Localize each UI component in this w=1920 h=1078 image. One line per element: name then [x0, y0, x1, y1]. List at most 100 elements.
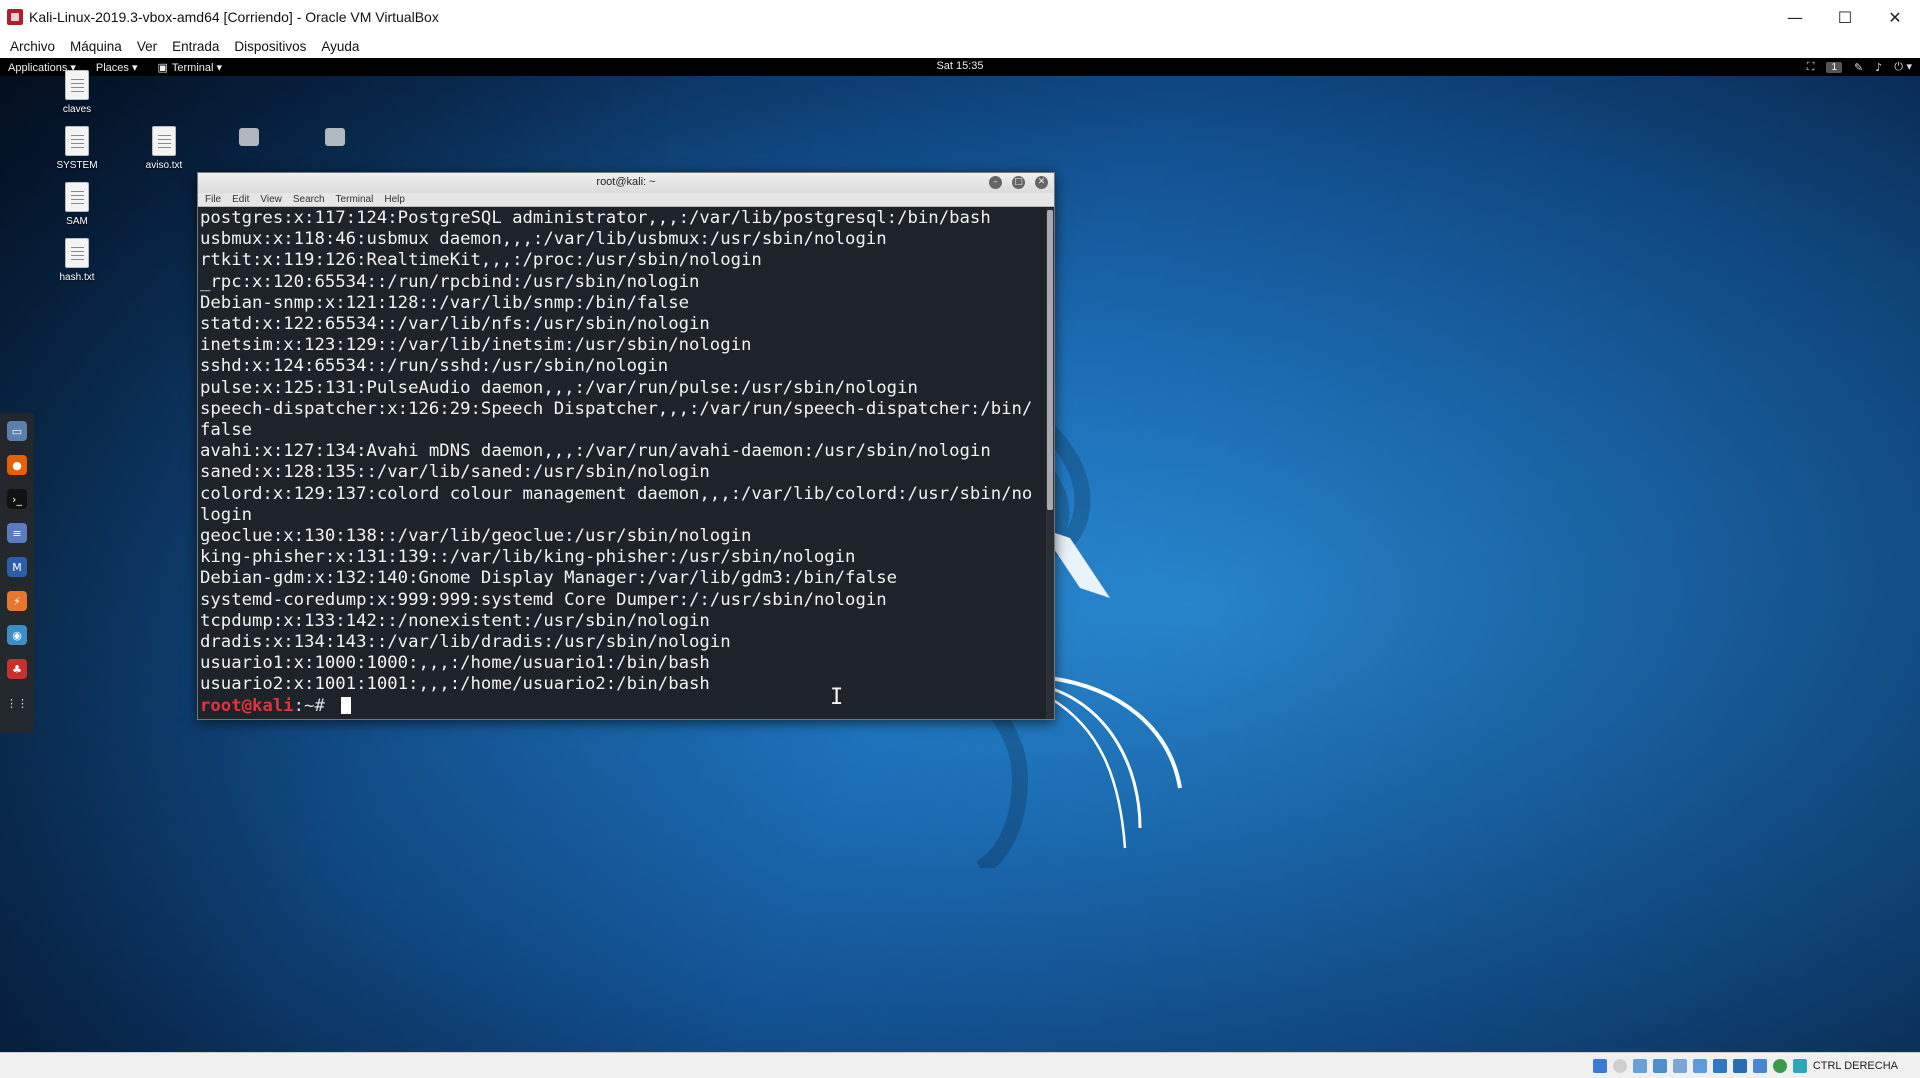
- terminal-line: saned:x:128:135::/var/lib/saned:/usr/sbi…: [200, 462, 710, 483]
- terminal-app-menu-label: Terminal ▾: [171, 61, 223, 74]
- terminal-line: Debian-snmp:x:121:128::/var/lib/snmp:/bi…: [200, 292, 689, 313]
- prompt-separator: :~#: [293, 695, 336, 716]
- terminal-icon[interactable]: ›_: [7, 489, 27, 509]
- desktop-file-aviso[interactable]: aviso.txt: [129, 126, 199, 171]
- terminal-line: dradis:x:134:143::/var/lib/dradis:/usr/s…: [200, 632, 731, 653]
- eye-icon[interactable]: ◉: [7, 625, 27, 645]
- terminal-line: king-phisher:x:131:139::/var/lib/king-ph…: [200, 547, 856, 568]
- host-key-label: CTRL DERECHA: [1812, 1059, 1898, 1072]
- audio-device-icon[interactable]: [1632, 1058, 1647, 1073]
- menu-maquina[interactable]: Máquina: [70, 39, 122, 54]
- files-icon[interactable]: ▭: [7, 421, 27, 441]
- display-icon[interactable]: ⛶: [1807, 60, 1815, 74]
- shared-folders-icon[interactable]: [1692, 1058, 1707, 1073]
- terminal-line: usuario1:x:1000:1000:,,,:/home/usuario1:…: [200, 653, 710, 674]
- terminal-scrollbar[interactable]: [1046, 208, 1054, 719]
- tools-icon[interactable]: ✎: [1854, 61, 1863, 74]
- audio-icon[interactable]: ♪: [1875, 61, 1882, 74]
- desktop-file-label: aviso.txt: [145, 160, 183, 171]
- mouse-ibeam-icon: I: [830, 685, 844, 710]
- terminal-window[interactable]: root@kali: ~ – □ ✕ File Edit View Search…: [197, 172, 1055, 720]
- metasploit-icon[interactable]: M: [7, 557, 27, 577]
- terminal-menu-terminal[interactable]: Terminal: [336, 194, 374, 205]
- terminal-line: Debian-gdm:x:132:140:Gnome Display Manag…: [200, 568, 898, 589]
- desktop-file-hash[interactable]: hash.txt: [42, 238, 112, 283]
- menu-archivo[interactable]: Archivo: [10, 39, 55, 54]
- guest-display[interactable]: Applications ▾ Places ▾ ▣ Terminal ▾ Sat…: [0, 58, 1920, 1052]
- terminal-line: usbmux:x:118:46:usbmux daemon,,,:/var/li…: [200, 229, 887, 250]
- document-icon: [65, 182, 89, 212]
- terminal-maximize-icon[interactable]: □: [1012, 176, 1025, 189]
- usb-icon[interactable]: [1672, 1058, 1687, 1073]
- terminal-line: sshd:x:124:65534::/run/sshd:/usr/sbin/no…: [200, 356, 669, 377]
- firefox-icon[interactable]: ●: [7, 455, 27, 475]
- terminal-menubar: File Edit View Search Terminal Help: [198, 193, 1054, 207]
- desktop-file-label: hash.txt: [59, 272, 95, 283]
- mouse-integration-icon[interactable]: [1772, 1058, 1787, 1073]
- recording-icon[interactable]: [1732, 1058, 1747, 1073]
- virtualbox-icon: [7, 9, 23, 25]
- terminal-line: colord:x:129:137:colord colour managemen…: [200, 483, 1033, 504]
- menu-entrada[interactable]: Entrada: [172, 39, 219, 54]
- document-icon: [152, 126, 176, 156]
- document-icon: [65, 70, 89, 100]
- menu-ver[interactable]: Ver: [137, 39, 157, 54]
- armitage-icon[interactable]: ♣: [7, 659, 27, 679]
- notes-icon[interactable]: ≡: [7, 523, 27, 543]
- workspace-indicator[interactable]: 1: [1826, 61, 1843, 73]
- terminal-output[interactable]: postgres:x:117:124:PostgreSQL administra…: [198, 208, 1046, 719]
- terminal-close-icon[interactable]: ✕: [1035, 176, 1048, 189]
- burpsuite-icon[interactable]: ⚡: [7, 591, 27, 611]
- terminal-line: inetsim:x:123:129::/var/lib/inetsim:/usr…: [200, 335, 752, 356]
- menu-dispositivos[interactable]: Dispositivos: [234, 39, 306, 54]
- window-controls: — ☐ ✕: [1770, 0, 1920, 34]
- desktop-file-system[interactable]: SYSTEM: [42, 126, 112, 171]
- document-icon: [65, 126, 89, 156]
- window-title: Kali-Linux-2019.3-vbox-amd64 [Corriendo]…: [29, 9, 439, 25]
- display-device-icon[interactable]: [1712, 1058, 1727, 1073]
- cpu-icon[interactable]: [1752, 1058, 1767, 1073]
- terminal-line: postgres:x:117:124:PostgreSQL administra…: [200, 208, 991, 228]
- vbox-menubar: Archivo Máquina Ver Entrada Dispositivos…: [0, 34, 1920, 58]
- panel-clock[interactable]: Sat 15:35: [936, 60, 983, 72]
- desktop-file-sam[interactable]: SAM: [42, 182, 112, 227]
- desktop-file-claves[interactable]: claves: [42, 70, 112, 115]
- terminal-line: _rpc:x:120:65534::/run/rpcbind:/usr/sbin…: [200, 271, 700, 292]
- terminal-line: false: [200, 420, 253, 441]
- terminal-app-menu[interactable]: ▣ Terminal ▾: [157, 61, 222, 74]
- desktop-file-label: SAM: [66, 216, 88, 227]
- desktop-file-label: claves: [62, 104, 92, 115]
- terminal-line: usuario2:x:1001:1001:,,,:/home/usuario2:…: [200, 674, 710, 695]
- scrollbar-thumb[interactable]: [1047, 210, 1053, 510]
- keyboard-icon[interactable]: [1792, 1058, 1807, 1073]
- minimize-button[interactable]: —: [1770, 0, 1820, 34]
- desktop-app-icon[interactable]: [325, 128, 345, 146]
- terminal-minimize-icon[interactable]: –: [989, 176, 1002, 189]
- network-icon[interactable]: [1652, 1058, 1667, 1073]
- terminal-menu-file[interactable]: File: [205, 194, 221, 205]
- terminal-line: tcpdump:x:133:142::/nonexistent:/usr/sbi…: [200, 610, 710, 631]
- terminal-prompt-line[interactable]: root@kali:~#: [200, 696, 1046, 717]
- menu-ayuda[interactable]: Ayuda: [321, 39, 359, 54]
- desktop-app-icon[interactable]: [239, 128, 259, 146]
- vbox-statusbar: CTRL DERECHA: [0, 1052, 1920, 1078]
- panel-status-area: ⛶ 1 ✎ ♪ ⏻ ▾: [1807, 58, 1912, 76]
- close-button[interactable]: ✕: [1870, 0, 1920, 34]
- terminal-line: login: [200, 504, 253, 525]
- terminal-menu-search[interactable]: Search: [293, 194, 325, 205]
- optical-drive-icon[interactable]: [1612, 1058, 1627, 1073]
- maximize-button[interactable]: ☐: [1820, 0, 1870, 34]
- terminal-line: avahi:x:127:134:Avahi mDNS daemon,,,:/va…: [200, 441, 991, 462]
- terminal-menu-edit[interactable]: Edit: [232, 194, 249, 205]
- app-grid-icon[interactable]: ⋮⋮: [6, 693, 28, 713]
- terminal-titlebar[interactable]: root@kali: ~ – □ ✕: [198, 173, 1054, 193]
- document-icon: [65, 238, 89, 268]
- terminal-window-controls: – □ ✕: [989, 176, 1048, 189]
- terminal-line: systemd-coredump:x:999:999:systemd Core …: [200, 589, 887, 610]
- desktop-file-label: SYSTEM: [56, 160, 98, 171]
- terminal-menu-view[interactable]: View: [260, 194, 282, 205]
- terminal-menu-help[interactable]: Help: [384, 194, 405, 205]
- terminal-small-icon: ▣: [157, 61, 168, 74]
- hard-disk-icon[interactable]: [1592, 1058, 1607, 1073]
- power-icon[interactable]: ⏻ ▾: [1894, 60, 1912, 74]
